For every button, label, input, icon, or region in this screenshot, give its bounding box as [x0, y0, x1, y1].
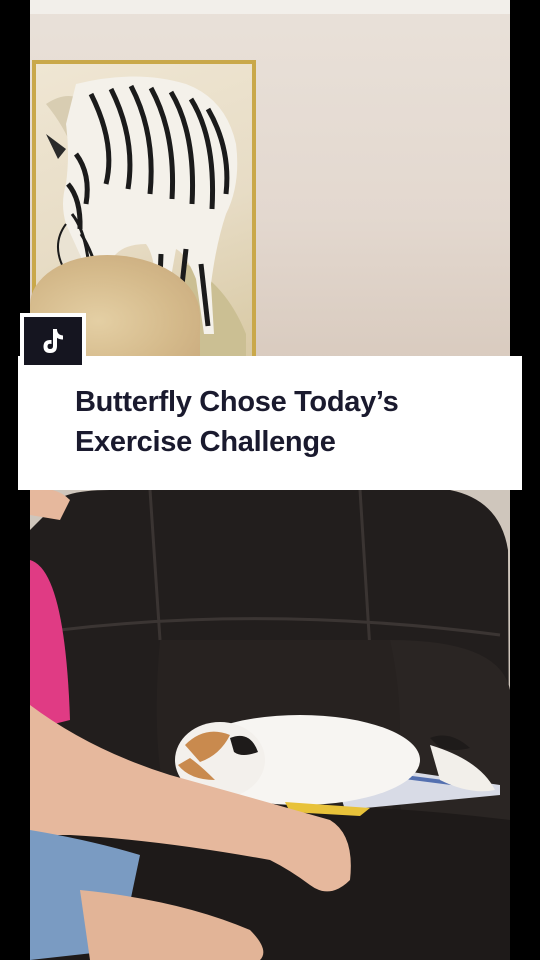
ceiling: [30, 0, 510, 14]
caption-line-1: Butterfly Chose Today’s: [75, 386, 399, 418]
tiktok-logo-icon: [24, 317, 82, 365]
woman-arm: [30, 490, 351, 960]
recliner-scene: [30, 490, 510, 960]
caption-banner: Butterfly Chose Today’s Exercise Challen…: [18, 356, 522, 490]
tiktok-badge: [20, 313, 86, 369]
caption-line-2: Exercise Challenge: [75, 426, 336, 458]
